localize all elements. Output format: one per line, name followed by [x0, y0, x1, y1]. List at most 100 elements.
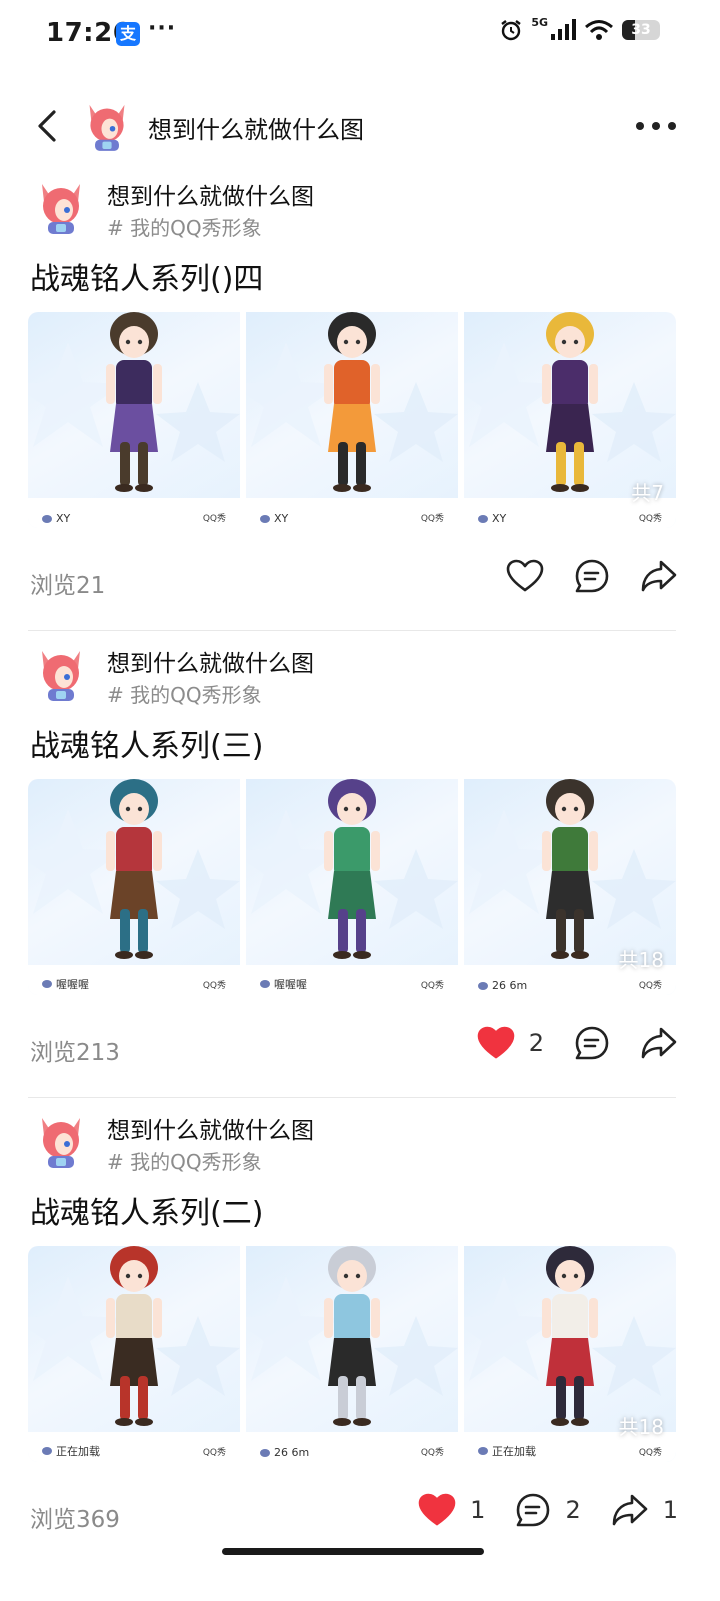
post-image[interactable]: XY QQ秀 — [28, 312, 240, 528]
post-divider — [28, 630, 676, 631]
post-title: 战魂铭人系列()四 — [30, 262, 264, 297]
signal-icon — [551, 19, 576, 40]
battery-icon: 33 — [622, 20, 660, 40]
comment-button[interactable] — [574, 1025, 610, 1061]
like-button[interactable]: 2 — [477, 1026, 544, 1060]
author-name[interactable]: 想到什么就做什么图 — [107, 1111, 314, 1145]
watermark-user: 喔喔喔 — [260, 976, 307, 992]
post-image[interactable]: 26 6m QQ秀 — [246, 1246, 458, 1462]
character-figure — [542, 312, 598, 492]
post-title: 战魂铭人系列(二) — [30, 1196, 264, 1231]
watermark-user: 26 6m — [478, 979, 527, 992]
post-divider — [28, 1097, 676, 1098]
like-count: 2 — [528, 1029, 544, 1057]
character-figure — [542, 1246, 598, 1426]
watermark-brand: QQ秀 — [638, 981, 662, 991]
user-badge-icon — [260, 1448, 270, 1457]
post-image[interactable]: XY QQ秀 共7 — [464, 312, 676, 528]
like-button[interactable]: 1 — [418, 1493, 485, 1527]
author-name[interactable]: 想到什么就做什么图 — [107, 177, 314, 211]
watermark-user: 正在加载 — [42, 1443, 100, 1459]
watermark-brand: QQ秀 — [638, 1448, 662, 1458]
post-image[interactable]: 正在加载 QQ秀 — [28, 1246, 240, 1462]
comment-button[interactable]: 2 — [515, 1492, 581, 1528]
user-badge-icon — [478, 514, 488, 523]
share-arrow-icon — [641, 1027, 677, 1059]
post-actions: 1 2 1 — [388, 1488, 678, 1532]
heart-icon — [418, 1493, 456, 1526]
watermark-brand: QQ秀 — [420, 514, 444, 524]
user-badge-icon — [260, 980, 270, 988]
author-avatar[interactable] — [36, 1112, 86, 1170]
character-figure — [542, 779, 598, 959]
share-arrow-icon — [612, 1494, 648, 1526]
page-title: 想到什么就做什么图 — [148, 116, 364, 144]
user-badge-icon — [42, 514, 52, 523]
post-image[interactable]: 26 6m QQ秀 共18 — [464, 779, 676, 995]
comment-button[interactable] — [574, 558, 610, 594]
watermark-user: 26 6m — [260, 1446, 309, 1459]
user-badge-icon — [478, 981, 488, 990]
heart-icon — [506, 559, 544, 592]
post-image[interactable]: XY QQ秀 — [246, 312, 458, 528]
character-figure — [106, 779, 162, 959]
view-count: 浏览369 — [30, 1507, 120, 1533]
user-badge-icon — [478, 1447, 488, 1455]
topic-tag[interactable]: # 我的QQ秀形象 — [107, 212, 262, 241]
watermark-user: XY — [260, 512, 288, 525]
author-name[interactable]: 想到什么就做什么图 — [107, 644, 314, 678]
share-arrow-icon — [641, 560, 677, 592]
character-figure — [106, 1246, 162, 1426]
back-chevron-icon[interactable] — [30, 106, 66, 146]
image-grid: XY QQ秀 XY QQ秀 XY QQ秀 共7 — [28, 312, 676, 528]
comment-count: 2 — [565, 1496, 581, 1524]
topic-tag[interactable]: # 我的QQ秀形象 — [107, 679, 262, 708]
watermark-brand: QQ秀 — [202, 514, 226, 524]
character-figure — [324, 1246, 380, 1426]
watermark-brand: QQ秀 — [420, 1448, 444, 1458]
author-avatar[interactable] — [36, 178, 86, 236]
author-avatar[interactable] — [36, 645, 86, 703]
watermark-brand: QQ秀 — [202, 981, 226, 991]
network-type: 5G — [531, 15, 548, 29]
post-image[interactable]: 喔喔喔 QQ秀 — [246, 779, 458, 995]
more-dots-icon[interactable] — [636, 114, 676, 138]
comment-bubble-icon — [575, 1026, 609, 1060]
watermark-user: XY — [42, 512, 70, 525]
status-icons: 5G 33 — [499, 15, 660, 42]
view-count: 浏览213 — [30, 1040, 120, 1066]
like-count: 1 — [470, 1496, 486, 1524]
wifi-icon — [585, 20, 613, 40]
top-nav-bar: 想到什么就做什么图 — [0, 90, 720, 162]
user-badge-icon — [260, 514, 270, 523]
notification-more-icon: ··· — [148, 16, 177, 41]
watermark-brand: QQ秀 — [202, 1448, 226, 1458]
home-indicator[interactable] — [222, 1548, 484, 1555]
watermark-user: 喔喔喔 — [42, 976, 89, 992]
post-actions — [476, 554, 678, 598]
image-grid: 正在加载 QQ秀 26 6m QQ秀 正在加载 QQ秀 共18 — [28, 1246, 676, 1462]
watermark-brand: QQ秀 — [420, 981, 444, 991]
image-count: 共7 — [631, 481, 664, 505]
share-button[interactable] — [640, 1026, 678, 1060]
share-button[interactable]: 1 — [611, 1493, 678, 1527]
watermark-user: XY — [478, 512, 506, 525]
character-figure — [324, 312, 380, 492]
post-title: 战魂铭人系列(三) — [30, 729, 264, 764]
post-actions: 2 — [447, 1021, 678, 1065]
alipay-icon: 支 — [116, 22, 140, 46]
channel-avatar[interactable] — [84, 99, 130, 153]
share-button[interactable] — [640, 559, 678, 593]
share-count: 1 — [662, 1496, 678, 1524]
status-bar: 17:26 支 ··· 5G 33 — [0, 0, 720, 70]
watermark-user: 正在加载 — [478, 1443, 536, 1459]
like-button[interactable] — [506, 559, 544, 593]
heart-icon — [477, 1026, 515, 1059]
post-image[interactable]: 喔喔喔 QQ秀 — [28, 779, 240, 995]
topic-tag[interactable]: # 我的QQ秀形象 — [107, 1146, 262, 1175]
post-image[interactable]: 正在加载 QQ秀 共18 — [464, 1246, 676, 1462]
user-badge-icon — [42, 1447, 52, 1455]
user-badge-icon — [42, 980, 52, 988]
character-figure — [106, 312, 162, 492]
character-figure — [324, 779, 380, 959]
